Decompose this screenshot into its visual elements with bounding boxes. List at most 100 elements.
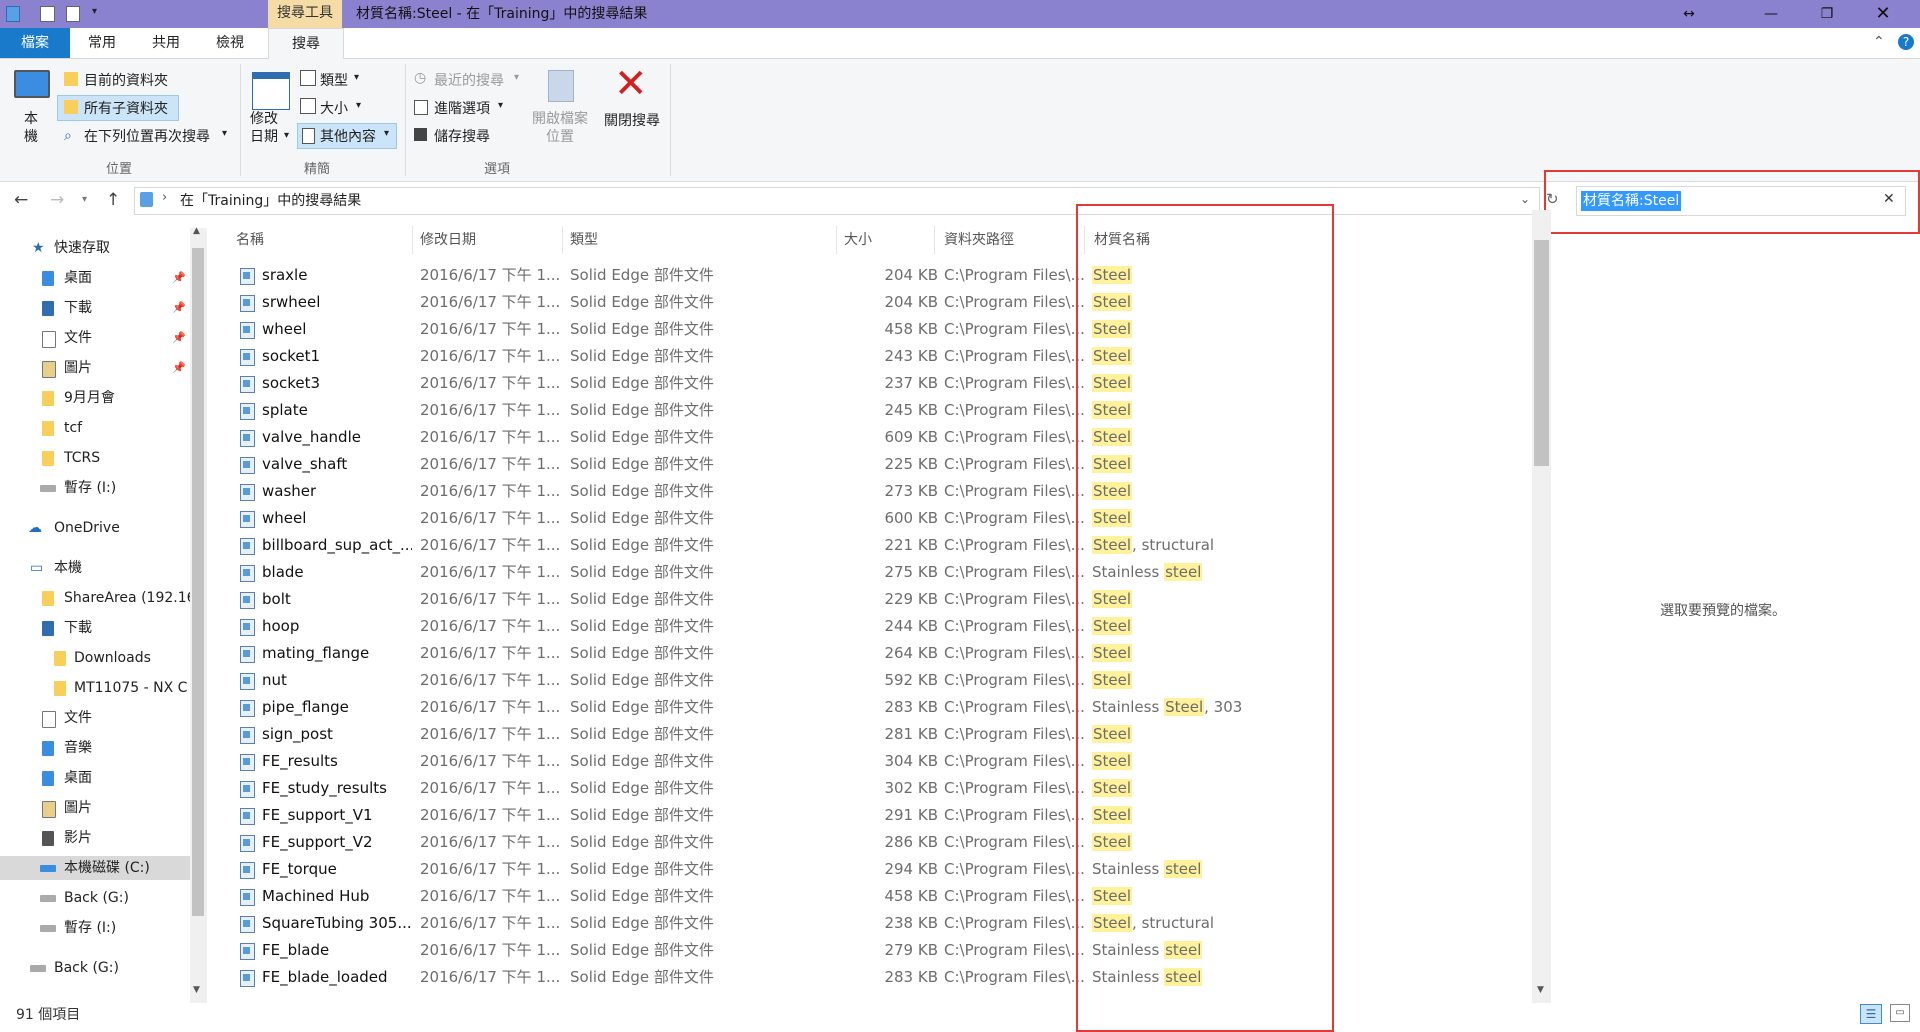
recent-searches-dropdown-icon[interactable]: ▾ xyxy=(514,72,519,83)
breadcrumb-chevron-icon[interactable]: › xyxy=(162,190,167,205)
recent-locations-icon[interactable]: ▾ xyxy=(82,194,87,205)
size-button[interactable]: 大小 xyxy=(320,98,348,118)
table-row[interactable]: blade 2016/6/17 下午 1... Solid Edge 部件文件 275… xyxy=(230,559,1530,586)
nav-onedrive[interactable]: ☁ OneDrive xyxy=(0,516,190,540)
close-search-button[interactable]: 關閉搜尋 xyxy=(604,110,660,130)
column-header-type[interactable]: 類型 xyxy=(570,228,598,252)
recent-searches-button[interactable]: 最近的搜尋 xyxy=(434,70,504,90)
table-row[interactable]: pipe_flange 2016/6/17 下午 1... Solid Edge 部… xyxy=(230,694,1530,721)
nav-scrollbar-thumb[interactable] xyxy=(192,248,204,916)
table-row[interactable]: FE_study_results 2016/6/17 下午 1... Solid E… xyxy=(230,775,1530,802)
date-modified-button[interactable]: 修改 日期 xyxy=(250,110,284,146)
nav-network-drive[interactable]: Back (G:) xyxy=(0,956,190,980)
table-row[interactable]: FE_support_V1 2016/6/17 下午 1... Solid Edge… xyxy=(230,802,1530,829)
large-icons-view-icon[interactable]: ▭ xyxy=(1890,1004,1910,1022)
tab-file[interactable]: 檔案 xyxy=(0,28,70,58)
table-row[interactable]: SquareTubing 305... 2016/6/17 下午 1... Soli… xyxy=(230,910,1530,937)
column-header-name[interactable]: 名稱 xyxy=(236,228,264,252)
nav-pc-item[interactable]: 影片 xyxy=(0,826,190,850)
table-row[interactable]: hoop 2016/6/17 下午 1... Solid Edge 部件文件 244 … xyxy=(230,613,1530,640)
table-row[interactable]: srwheel 2016/6/17 下午 1... Solid Edge 部件文件 2… xyxy=(230,289,1530,316)
nav-pc-item-selected[interactable]: 本機磁碟 (C:) xyxy=(0,856,190,880)
table-row[interactable]: nut 2016/6/17 下午 1... Solid Edge 部件文件 592 K… xyxy=(230,667,1530,694)
tab-home[interactable]: 常用 xyxy=(74,28,130,58)
qat-newfolder-icon[interactable] xyxy=(66,6,80,22)
pin-icon[interactable]: 📌 xyxy=(172,356,186,380)
table-row[interactable]: wheel 2016/6/17 下午 1... Solid Edge 部件文件 600… xyxy=(230,505,1530,532)
pin-icon[interactable]: 📌 xyxy=(172,296,186,320)
table-row[interactable]: sraxle 2016/6/17 下午 1... Solid Edge 部件文件 20… xyxy=(230,262,1530,289)
advanced-options-button[interactable]: 進階選項 xyxy=(434,98,490,118)
column-header-date[interactable]: 修改日期 xyxy=(420,228,476,252)
size-dropdown-icon[interactable]: ▾ xyxy=(356,100,361,111)
this-pc-icon[interactable] xyxy=(14,70,50,98)
nav-item-folder[interactable]: tcf xyxy=(0,416,190,440)
table-row[interactable]: bolt 2016/6/17 下午 1... Solid Edge 部件文件 229 … xyxy=(230,586,1530,613)
advanced-options-dropdown-icon[interactable]: ▾ xyxy=(498,100,503,111)
table-row[interactable]: socket1 2016/6/17 下午 1... Solid Edge 部件文件 2… xyxy=(230,343,1530,370)
table-row[interactable]: billboard_sup_act_... 2016/6/17 下午 1... So… xyxy=(230,532,1530,559)
nav-scroll-down-icon[interactable]: ▼ xyxy=(193,985,200,995)
app-icon[interactable] xyxy=(6,6,20,22)
list-scroll-down-icon[interactable]: ▼ xyxy=(1537,985,1544,995)
this-pc-button[interactable]: 本 機 xyxy=(24,110,40,146)
table-row[interactable]: valve_shaft 2016/6/17 下午 1... Solid Edge 部… xyxy=(230,451,1530,478)
table-row[interactable]: socket3 2016/6/17 下午 1... Solid Edge 部件文件 2… xyxy=(230,370,1530,397)
open-location-button[interactable]: 開啟檔案 位置 xyxy=(526,110,594,146)
table-row[interactable]: splate 2016/6/17 下午 1... Solid Edge 部件文件 24… xyxy=(230,397,1530,424)
tab-view[interactable]: 檢視 xyxy=(202,28,258,58)
nav-pc-item[interactable]: 桌面 xyxy=(0,766,190,790)
nav-pc-item[interactable]: 圖片 xyxy=(0,796,190,820)
nav-pc-item[interactable]: 文件 xyxy=(0,706,190,730)
tab-search[interactable]: 搜尋 xyxy=(268,28,344,60)
minimize-button[interactable]: — xyxy=(1748,0,1794,28)
nav-scroll-up-icon[interactable]: ▲ xyxy=(193,226,200,236)
search-again-button[interactable]: 在下列位置再次搜尋 xyxy=(84,126,210,146)
forward-icon[interactable]: → xyxy=(50,190,64,210)
kind-dropdown-icon[interactable]: ▾ xyxy=(354,72,359,83)
nav-item-folder[interactable]: 9月月會 xyxy=(0,386,190,410)
nav-pc-item[interactable]: 音樂 xyxy=(0,736,190,760)
table-row[interactable]: Machined Hub 2016/6/17 下午 1... Solid Edge … xyxy=(230,883,1530,910)
pin-icon[interactable]: 📌 xyxy=(172,266,186,290)
nav-item-downloads[interactable]: 下載 📌 xyxy=(0,296,190,320)
date-modified-dropdown-icon[interactable]: ▾ xyxy=(284,130,289,141)
nav-this-pc[interactable]: ▭ 本機 xyxy=(0,556,190,580)
nav-item-desktop[interactable]: 桌面 📌 xyxy=(0,266,190,290)
nav-quick-access[interactable]: ★ 快速存取 xyxy=(0,236,190,260)
table-row[interactable]: valve_handle 2016/6/17 下午 1... Solid Edge … xyxy=(230,424,1530,451)
nav-pc-item[interactable]: ShareArea (192.16 xyxy=(0,586,190,610)
nav-item-folder[interactable]: TCRS xyxy=(0,446,190,470)
address-dropdown-icon[interactable]: ⌄ xyxy=(1520,192,1530,206)
file-list-scrollbar-thumb[interactable] xyxy=(1534,240,1549,466)
nav-item-documents[interactable]: 文件 📌 xyxy=(0,326,190,350)
pin-icon[interactable]: 📌 xyxy=(172,326,186,350)
table-row[interactable]: FE_blade 2016/6/17 下午 1... Solid Edge 部件文件… xyxy=(230,937,1530,964)
back-icon[interactable]: ← xyxy=(14,190,28,210)
table-row[interactable]: mating_flange 2016/6/17 下午 1... Solid Edge… xyxy=(230,640,1530,667)
collapse-ribbon-icon[interactable]: ⌃ xyxy=(1873,34,1885,50)
table-row[interactable]: wheel 2016/6/17 下午 1... Solid Edge 部件文件 458… xyxy=(230,316,1530,343)
close-button[interactable]: ✕ xyxy=(1860,0,1906,28)
qat-properties-icon[interactable] xyxy=(40,6,55,22)
qat-dropdown-icon[interactable]: ▾ xyxy=(92,6,97,17)
save-search-button[interactable]: 儲存搜尋 xyxy=(434,126,490,146)
nav-pc-item[interactable]: MT11075 - NX C xyxy=(0,676,190,700)
column-header-path[interactable]: 資料夾路徑 xyxy=(944,228,1014,252)
nav-pc-item[interactable]: Back (G:) xyxy=(0,886,190,910)
nav-pc-item[interactable]: 暫存 (I:) xyxy=(0,916,190,940)
other-props-dropdown-icon[interactable]: ▾ xyxy=(384,128,389,139)
help-icon[interactable]: ? xyxy=(1898,34,1914,50)
column-header-size[interactable]: 大小 xyxy=(844,228,872,252)
table-row[interactable]: FE_blade_loaded 2016/6/17 下午 1... Solid Ed… xyxy=(230,964,1530,991)
table-row[interactable]: washer 2016/6/17 下午 1... Solid Edge 部件文件 27… xyxy=(230,478,1530,505)
table-row[interactable]: FE_torque 2016/6/17 下午 1... Solid Edge 部件文… xyxy=(230,856,1530,883)
tab-share[interactable]: 共用 xyxy=(138,28,194,58)
nav-pc-item[interactable]: 下載 xyxy=(0,616,190,640)
current-folder-button[interactable]: 目前的資料夾 xyxy=(84,70,168,90)
nav-item-drive[interactable]: 暫存 (I:) xyxy=(0,476,190,500)
search-again-dropdown-icon[interactable]: ▾ xyxy=(222,128,227,139)
table-row[interactable]: FE_results 2016/6/17 下午 1... Solid Edge 部件… xyxy=(230,748,1530,775)
resize-icon[interactable]: ↔ xyxy=(1666,0,1712,28)
details-view-icon[interactable]: ☰ xyxy=(1860,1004,1882,1024)
